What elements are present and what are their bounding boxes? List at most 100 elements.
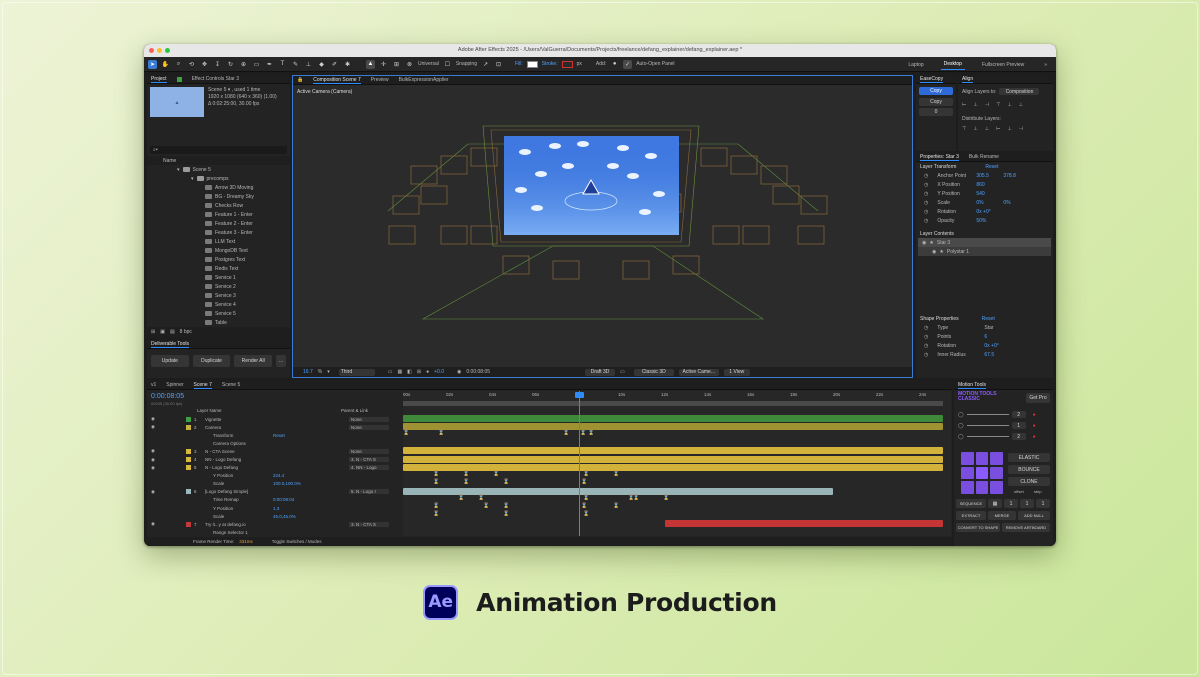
layer-name[interactable]: Range Selector 1 (213, 530, 248, 535)
project-item[interactable]: Redis Text (147, 264, 290, 273)
stroke-swatch[interactable] (561, 60, 573, 68)
eye-icon[interactable]: ◉ (151, 489, 161, 495)
rectangle-tool-icon[interactable]: ▭ (252, 60, 261, 69)
more-icon[interactable]: » (1041, 60, 1050, 70)
property-row[interactable]: Transform Reset (147, 431, 402, 439)
project-item[interactable]: Table (147, 318, 290, 327)
prop-value-2[interactable]: 378.8 (1003, 173, 1016, 179)
workspace-laptop[interactable]: Laptop (905, 60, 926, 70)
camera-select[interactable]: Active Came... (678, 368, 719, 376)
project-item[interactable]: MongoDB Text (147, 246, 290, 255)
timeline-tab[interactable]: Scene 7 (193, 382, 212, 389)
tab-project[interactable]: Project (151, 76, 167, 83)
folder-row[interactable]: ▾ Scene 5 (147, 165, 290, 174)
layer-row[interactable]: ◉ 6 [Logo Defang Simple] 5. N - Logo I (147, 488, 402, 496)
timeline-track-area[interactable]: 00s02s04s06s08s10s12s14s16s18s20s22s24s … (403, 391, 951, 536)
layer-name[interactable]: Y Position (213, 506, 233, 511)
keyframe[interactable]: ⌛ (563, 430, 569, 436)
view-axis-icon[interactable]: ⊞ (392, 60, 401, 69)
property-value[interactable]: 100.0,100.0% (273, 481, 301, 486)
keyframe[interactable]: ⌛ (580, 430, 586, 436)
toggle-switches-modes[interactable]: Toggle Switches / Modes (272, 539, 322, 544)
dolly-tool-icon[interactable]: ↧ (213, 60, 222, 69)
tab-bulk-rename[interactable]: Bulk Rename (969, 154, 999, 160)
parent-select[interactable]: None (349, 448, 389, 454)
eye-icon[interactable]: ◉ (151, 521, 161, 527)
align-target-select[interactable]: Composition (999, 88, 1040, 95)
keyframe[interactable]: ⌛ (583, 471, 589, 477)
counter-3[interactable]: 1 (1036, 499, 1050, 508)
anchor-point-cell[interactable] (990, 452, 1003, 465)
layer-duration-bar[interactable] (403, 423, 943, 431)
pan-behind-tool-icon[interactable]: ⊕ (239, 60, 248, 69)
parent-select[interactable]: None (349, 416, 389, 422)
keyframe[interactable]: ⌛ (433, 479, 439, 485)
distribute-hcenter-icon[interactable]: ⊥ (1007, 126, 1011, 132)
tab-effect-controls[interactable]: Effect Controls Star 3 (192, 76, 239, 82)
zoom-level[interactable]: 16.7 (303, 369, 313, 375)
project-item[interactable]: Feature 1 - Enter (147, 210, 290, 219)
keyframe[interactable]: ⌛ (581, 479, 587, 485)
record-icon[interactable]: ● (1033, 423, 1036, 429)
project-item[interactable]: LLM Text (147, 237, 290, 246)
puppet-tool-icon[interactable]: ✱ (343, 60, 352, 69)
align-right-icon[interactable]: ⊣ (985, 102, 989, 108)
easecopy-value[interactable]: 0 (919, 108, 953, 116)
timeline-tab[interactable]: Spinner (166, 382, 183, 388)
zoom-button[interactable] (165, 48, 170, 53)
work-area-bar[interactable] (403, 401, 943, 406)
remove-artboard-button[interactable]: REMOVE ARTBOARD (1002, 523, 1050, 532)
add-null-button[interactable]: ADD NULL (1018, 511, 1050, 520)
renderer-select[interactable]: Classic 3D (633, 368, 674, 376)
eye-icon[interactable]: ◉ (151, 465, 161, 471)
slider-value[interactable]: 1 (1011, 422, 1026, 429)
label-color[interactable] (186, 457, 191, 463)
stopwatch-icon[interactable]: ◷ (924, 209, 928, 215)
motion-slider[interactable] (966, 414, 1009, 415)
project-item[interactable]: Postgres Text (147, 255, 290, 264)
view-mode-select[interactable]: Third (338, 368, 375, 376)
bpc-label[interactable]: 8 bpc (180, 329, 192, 335)
get-pro-button[interactable]: Get Pro (1026, 393, 1050, 403)
stopwatch-icon[interactable]: ◷ (924, 334, 928, 340)
transparency-icon[interactable]: ▦ (397, 369, 402, 375)
time-ruler[interactable]: 00s02s04s06s08s10s12s14s16s18s20s22s24s (403, 391, 951, 401)
layer-name[interactable]: Vignette (205, 417, 221, 422)
update-button[interactable]: Update (151, 355, 189, 367)
layer-duration-bar[interactable] (403, 455, 943, 463)
layer-row[interactable]: ◉ 2 Camera None (147, 423, 402, 431)
align-left-icon[interactable]: ⊢ (962, 102, 966, 108)
brush-tool-icon[interactable]: ✎ (291, 60, 300, 69)
clone-stamp-tool-icon[interactable]: ⊥ (304, 60, 313, 69)
layer-duration-bar[interactable] (403, 447, 943, 455)
layer-duration-bar[interactable] (665, 520, 943, 528)
world-axis-icon[interactable]: ▲ (366, 59, 375, 69)
keyframe[interactable]: ⌛ (478, 495, 484, 501)
content-layer-row[interactable]: ◉ ★ Star 3 (918, 238, 1051, 247)
mask-icon[interactable]: ◧ (407, 369, 412, 375)
content-layer-row[interactable]: ◉ ★ Polystar 1 (918, 247, 1051, 256)
shape-prop-value[interactable]: 6 (984, 334, 987, 340)
keyframe[interactable]: ⌛ (613, 471, 619, 477)
keyframe[interactable]: ⌛ (503, 503, 509, 509)
anchor-point-cell[interactable] (990, 481, 1003, 494)
layer-row[interactable]: ◉ 4 NN - Logo Defang 3. N - CTA S (147, 455, 402, 463)
slider-handle-icon[interactable]: ◯ (958, 412, 964, 418)
auto-open-label[interactable]: Auto-Open Panel (636, 61, 674, 67)
rotate-tool-icon[interactable]: ↻ (226, 60, 235, 69)
clone-button[interactable]: CLONE (1008, 477, 1050, 486)
distribute-left-icon[interactable]: ⊢ (996, 126, 1000, 132)
layer-duration-bar[interactable] (403, 487, 833, 495)
distribute-icon[interactable]: ▦ (988, 499, 1002, 508)
auto-open-checkbox[interactable]: ✓ (623, 59, 633, 69)
selection-tool-icon[interactable]: ➤ (148, 59, 157, 69)
project-item[interactable]: Checks Row (147, 201, 290, 210)
timeline-timecode[interactable]: 0:00:08:05 (151, 393, 184, 400)
counter-1[interactable]: 1 (1004, 499, 1018, 508)
property-row[interactable]: Scale 100.0,100.0% (147, 480, 402, 488)
playhead-handle[interactable] (575, 392, 584, 398)
keyframe[interactable]: ⌛ (613, 503, 619, 509)
prop-value[interactable]: 0x +0° (976, 209, 1000, 215)
eye-icon[interactable]: ◉ (151, 424, 161, 430)
property-row[interactable]: Scale 45.0,45.0% (147, 512, 402, 520)
